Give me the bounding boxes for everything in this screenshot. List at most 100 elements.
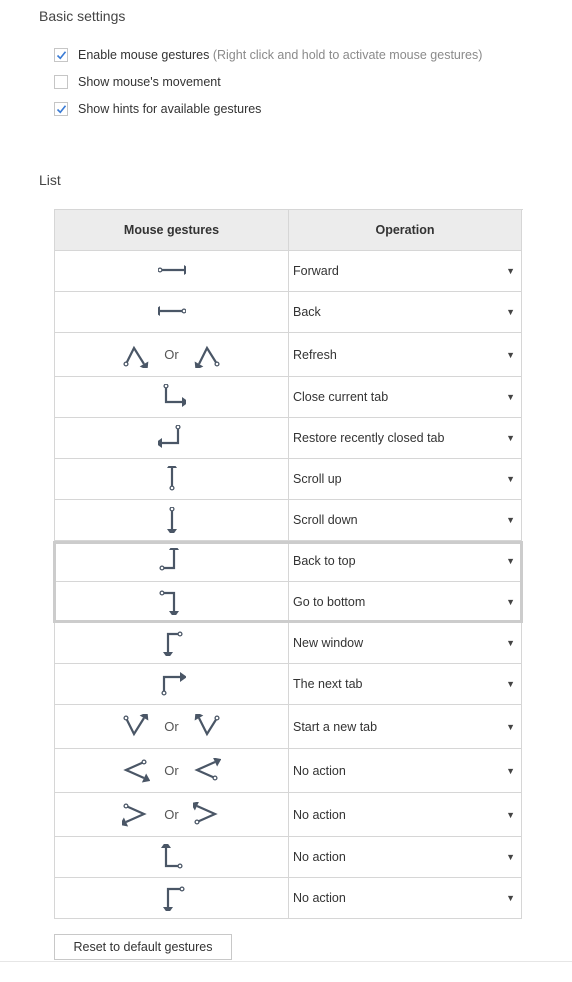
- checkmark-icon: [56, 104, 66, 113]
- operation-select[interactable]: Scroll down ▼: [289, 500, 522, 541]
- list-title: List: [39, 172, 61, 188]
- operation-select[interactable]: Scroll up ▼: [289, 459, 522, 500]
- table-row: Go to bottom ▼: [55, 582, 523, 623]
- operation-value: Refresh: [293, 347, 337, 362]
- gesture-cell: [55, 500, 289, 541]
- right-then-down-left-icon: [162, 886, 185, 911]
- gesture-cell: [55, 377, 289, 418]
- table-header: Mouse gestures Operation: [55, 210, 523, 251]
- arrow-down-icon: [166, 507, 177, 533]
- operation-select[interactable]: New window ▼: [289, 623, 522, 664]
- down-up-zigzag-icon: [123, 713, 149, 736]
- gesture-cell: Or: [55, 333, 289, 377]
- gesture-cell: [55, 459, 289, 500]
- enable-gestures-hint: (Right click and hold to activate mouse …: [212, 48, 483, 62]
- operation-select[interactable]: No action ▼: [289, 749, 522, 793]
- gesture-table: Mouse gestures Operation Forward ▼ Back …: [54, 209, 523, 919]
- dropdown-caret-icon: ▼: [506, 597, 515, 607]
- dropdown-caret-icon: ▼: [506, 433, 515, 443]
- left-right-chevron-left-icon: [123, 758, 151, 783]
- left-then-down-icon: [162, 631, 183, 656]
- checkmark-icon: [56, 50, 66, 59]
- operation-column-header: Operation: [289, 210, 522, 251]
- dropdown-caret-icon: ▼: [506, 349, 515, 360]
- chevron-right-reverse-icon: [192, 801, 218, 825]
- operation-select[interactable]: Start a new tab ▼: [289, 705, 522, 749]
- divider: [0, 961, 572, 962]
- operation-value: Close current tab: [293, 390, 389, 404]
- enable-gestures-option[interactable]: Enable mouse gestures (Right click and h…: [54, 47, 482, 63]
- dropdown-caret-icon: ▼: [506, 556, 515, 566]
- operation-value: Back to top: [293, 554, 356, 568]
- table-row: Or Start a new tab ▼: [55, 705, 523, 749]
- up-then-right-icon: [160, 672, 186, 696]
- operation-select[interactable]: Back ▼: [289, 292, 522, 333]
- chevron-right-icon: [122, 802, 147, 827]
- gesture-cell: [55, 418, 289, 459]
- or-label: Or: [164, 719, 179, 734]
- dropdown-caret-icon: ▼: [506, 266, 515, 276]
- operation-select[interactable]: No action ▼: [289, 793, 522, 837]
- operation-value: Back: [293, 305, 321, 319]
- show-hints-option[interactable]: Show hints for available gestures: [54, 101, 261, 117]
- table-row: Or No action ▼: [55, 749, 523, 793]
- show-hints-checkbox[interactable]: [54, 102, 68, 116]
- up-then-right-reverse-icon: [160, 844, 183, 869]
- table-row: Close current tab ▼: [55, 377, 523, 418]
- dropdown-caret-icon: ▼: [506, 638, 515, 648]
- operation-select[interactable]: Restore recently closed tab ▼: [289, 418, 522, 459]
- operation-select[interactable]: The next tab ▼: [289, 664, 522, 705]
- arrow-left-icon: [157, 306, 186, 316]
- table-row: No action ▼: [55, 878, 523, 919]
- dropdown-caret-icon: ▼: [506, 392, 515, 402]
- dropdown-caret-icon: ▼: [506, 679, 515, 689]
- operation-value: Go to bottom: [293, 595, 366, 609]
- arrow-up-icon: [166, 466, 177, 491]
- operation-select[interactable]: Refresh ▼: [289, 333, 522, 377]
- table-row: No action ▼: [55, 837, 523, 878]
- enable-gestures-checkbox[interactable]: [54, 48, 68, 62]
- gesture-cell: [55, 251, 289, 292]
- right-left-chevron-left-icon: [194, 757, 221, 781]
- show-movement-option[interactable]: Show mouse's movement: [54, 74, 221, 90]
- operation-select[interactable]: Back to top ▼: [289, 541, 522, 582]
- table-row: Or Refresh ▼: [55, 333, 523, 377]
- table-row: Back ▼: [55, 292, 523, 333]
- dropdown-caret-icon: ▼: [506, 809, 515, 820]
- operation-value: Start a new tab: [293, 719, 378, 734]
- enable-gestures-label: Enable mouse gestures: [78, 48, 210, 62]
- or-label: Or: [164, 807, 179, 822]
- gesture-cell: [55, 664, 289, 705]
- reset-gestures-button[interactable]: Reset to default gestures: [54, 934, 232, 960]
- up-then-left-icon: [157, 425, 181, 448]
- table-row: Or No action ▼: [55, 793, 523, 837]
- down-then-right-icon: [162, 384, 186, 407]
- table-row: Restore recently closed tab ▼: [55, 418, 523, 459]
- dropdown-caret-icon: ▼: [506, 307, 515, 317]
- dropdown-caret-icon: ▼: [506, 721, 515, 732]
- table-row: New window ▼: [55, 623, 523, 664]
- operation-select[interactable]: Go to bottom ▼: [289, 582, 522, 623]
- operation-select[interactable]: No action ▼: [289, 837, 522, 878]
- operation-value: No action: [293, 850, 346, 864]
- table-row: The next tab ▼: [55, 664, 523, 705]
- operation-value: Restore recently closed tab: [293, 431, 445, 445]
- dropdown-caret-icon: ▼: [506, 765, 515, 776]
- operation-value: The next tab: [293, 677, 363, 691]
- or-label: Or: [164, 347, 179, 362]
- show-movement-checkbox[interactable]: [54, 75, 68, 89]
- gesture-cell: [55, 292, 289, 333]
- operation-select[interactable]: Close current tab ▼: [289, 377, 522, 418]
- operation-value: New window: [293, 636, 364, 650]
- dropdown-caret-icon: ▼: [506, 515, 515, 525]
- operation-select[interactable]: No action ▼: [289, 878, 522, 919]
- operation-value: No action: [293, 891, 346, 905]
- table-row: Scroll down ▼: [55, 500, 523, 541]
- operation-value: Scroll up: [293, 472, 342, 486]
- operation-select[interactable]: Forward ▼: [289, 251, 522, 292]
- table-row: Scroll up ▼: [55, 459, 523, 500]
- down-up-zigzag-reverse-icon: [194, 713, 220, 736]
- table-row: Forward ▼: [55, 251, 523, 292]
- operation-value: Forward: [293, 264, 339, 278]
- arrow-right-icon: [157, 265, 186, 275]
